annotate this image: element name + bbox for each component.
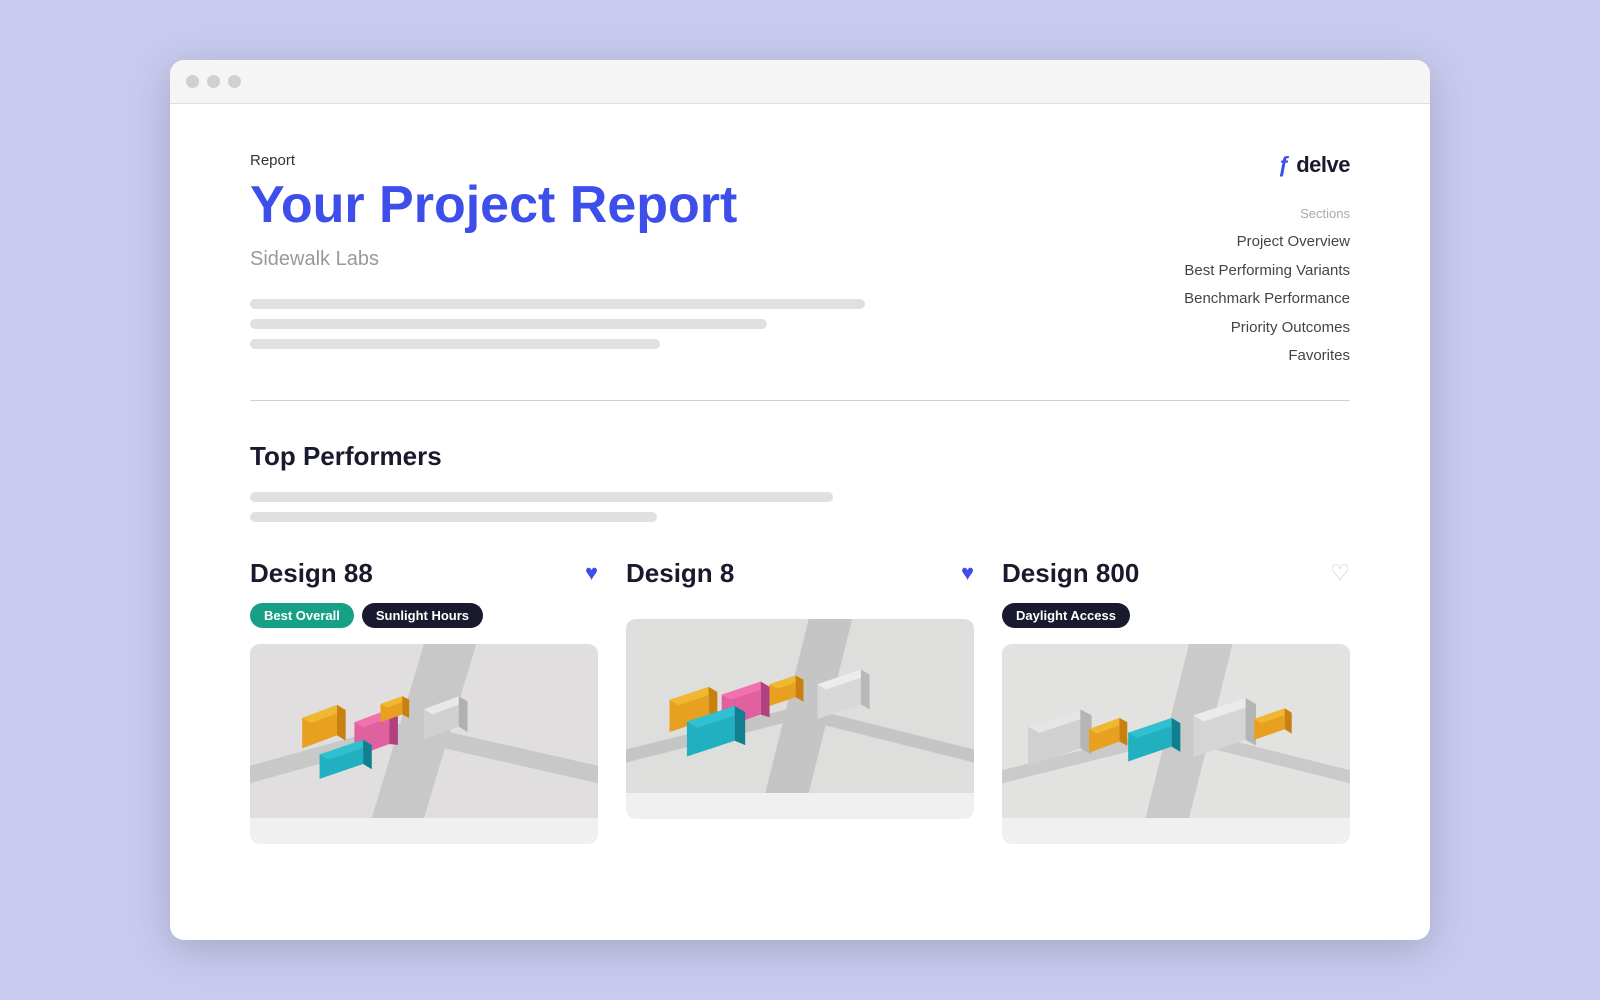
header-right: ƒ delve Sections Project Overview Best P… xyxy=(1070,152,1350,368)
design-card-8: Design 8 ♥ xyxy=(626,558,974,844)
top-performers-line-2 xyxy=(250,512,657,522)
design-8-header: Design 8 ♥ xyxy=(626,558,974,589)
design-88-name: Design 88 xyxy=(250,558,373,589)
browser-dot-yellow xyxy=(207,75,220,88)
design-88-header: Design 88 ♥ xyxy=(250,558,598,589)
browser-titlebar xyxy=(170,60,1430,104)
design-800-heart[interactable]: ♡ xyxy=(1330,560,1350,586)
top-performers-section: Top Performers xyxy=(250,441,1350,522)
section-divider xyxy=(250,400,1350,401)
sections-list: Project Overview Best Performing Variant… xyxy=(1070,231,1350,368)
header-left: Report Your Project Report Sidewalk Labs xyxy=(250,152,1070,359)
designs-grid: Design 88 ♥ Best Overall Sunlight Hours xyxy=(250,558,1350,844)
report-subtitle: Sidewalk Labs xyxy=(250,248,1070,271)
intro-placeholder-lines xyxy=(250,299,1070,349)
placeholder-line-3 xyxy=(250,339,660,349)
logo-area: ƒ delve xyxy=(1070,152,1350,178)
design-88-image xyxy=(250,644,598,844)
report-title: Your Project Report xyxy=(250,177,1070,234)
top-performers-line-1 xyxy=(250,492,833,502)
tag-best-overall: Best Overall xyxy=(250,603,354,628)
design-800-header: Design 800 ♡ xyxy=(1002,558,1350,589)
section-benchmark[interactable]: Benchmark Performance xyxy=(1184,288,1350,311)
browser-window: Report Your Project Report Sidewalk Labs… xyxy=(170,60,1430,940)
design-card-88: Design 88 ♥ Best Overall Sunlight Hours xyxy=(250,558,598,844)
design-88-tags: Best Overall Sunlight Hours xyxy=(250,603,598,628)
top-performers-placeholder xyxy=(250,492,1350,522)
design-800-name: Design 800 xyxy=(1002,558,1139,589)
design-800-tags: Daylight Access xyxy=(1002,603,1350,628)
design-8-heart[interactable]: ♥ xyxy=(961,560,974,586)
placeholder-line-2 xyxy=(250,319,767,329)
logo-text: delve xyxy=(1296,152,1350,178)
header-row: Report Your Project Report Sidewalk Labs… xyxy=(250,152,1350,368)
browser-content: Report Your Project Report Sidewalk Labs… xyxy=(170,104,1430,904)
design-card-800: Design 800 ♡ Daylight Access xyxy=(1002,558,1350,844)
logo-icon: ƒ xyxy=(1278,152,1290,178)
browser-dot-red xyxy=(186,75,199,88)
design-800-image xyxy=(1002,644,1350,844)
section-priority[interactable]: Priority Outcomes xyxy=(1231,317,1350,340)
tag-sunlight-hours: Sunlight Hours xyxy=(362,603,483,628)
browser-dot-green xyxy=(228,75,241,88)
tag-daylight-access: Daylight Access xyxy=(1002,603,1130,628)
design-8-name: Design 8 xyxy=(626,558,734,589)
section-project-overview[interactable]: Project Overview xyxy=(1237,231,1350,254)
placeholder-line-1 xyxy=(250,299,865,309)
design-8-image xyxy=(626,619,974,819)
sections-label: Sections xyxy=(1070,206,1350,221)
top-performers-heading: Top Performers xyxy=(250,441,1350,472)
section-favorites[interactable]: Favorites xyxy=(1288,345,1350,368)
design-88-heart[interactable]: ♥ xyxy=(585,560,598,586)
report-label: Report xyxy=(250,152,1070,169)
section-best-performing[interactable]: Best Performing Variants xyxy=(1184,260,1350,283)
